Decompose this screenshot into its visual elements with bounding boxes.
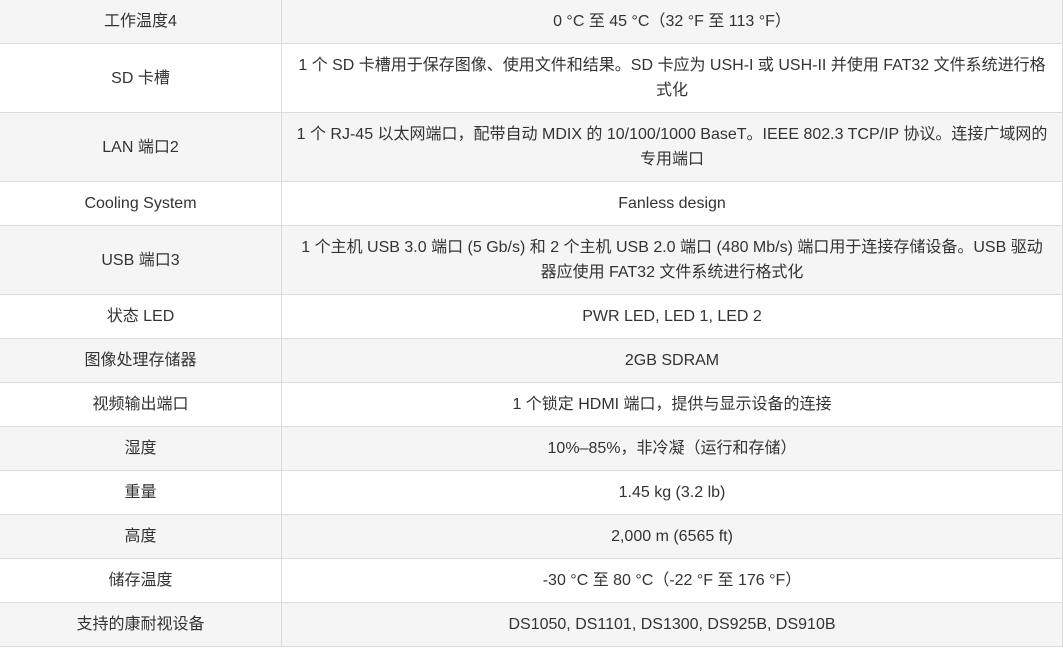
spec-value: DS1050, DS1101, DS1300, DS925B, DS910B: [281, 602, 1063, 647]
spec-value: -30 °C 至 80 °C（-22 °F 至 176 °F）: [281, 558, 1063, 603]
spec-label: 状态 LED: [0, 294, 282, 339]
spec-value: 1 个 RJ-45 以太网端口，配带自动 MDIX 的 10/100/1000 …: [281, 112, 1063, 182]
spec-label: 视频输出端口: [0, 382, 282, 427]
spec-row: 状态 LED PWR LED, LED 1, LED 2: [0, 294, 1063, 339]
spec-value: 2GB SDRAM: [281, 338, 1063, 383]
spec-value: PWR LED, LED 1, LED 2: [281, 294, 1063, 339]
spec-label: 支持的康耐视设备: [0, 602, 282, 647]
spec-row: 储存温度 -30 °C 至 80 °C（-22 °F 至 176 °F）: [0, 558, 1063, 603]
spec-label: LAN 端口2: [0, 112, 282, 182]
spec-value: 10%–85%，非冷凝（运行和存储）: [281, 426, 1063, 471]
spec-value: 1 个主机 USB 3.0 端口 (5 Gb/s) 和 2 个主机 USB 2.…: [281, 225, 1063, 295]
spec-row: LAN 端口2 1 个 RJ-45 以太网端口，配带自动 MDIX 的 10/10…: [0, 112, 1063, 182]
spec-label: 重量: [0, 470, 282, 515]
spec-value: Fanless design: [281, 181, 1063, 226]
spec-row: SD 卡槽 1 个 SD 卡槽用于保存图像、使用文件和结果。SD 卡应为 USH-…: [0, 43, 1063, 113]
spec-label: Cooling System: [0, 181, 282, 226]
spec-value: 1.45 kg (3.2 lb): [281, 470, 1063, 515]
spec-row: 工作温度4 0 °C 至 45 °C（32 °F 至 113 °F）: [0, 0, 1063, 44]
spec-label: 图像处理存储器: [0, 338, 282, 383]
spec-row: Cooling System Fanless design: [0, 181, 1063, 226]
spec-table: 工作温度4 0 °C 至 45 °C（32 °F 至 113 °F） SD 卡槽 1 …: [0, 0, 1063, 647]
spec-value: 1 个 SD 卡槽用于保存图像、使用文件和结果。SD 卡应为 USH-I 或 U…: [281, 43, 1063, 113]
spec-label: 储存温度: [0, 558, 282, 603]
spec-label: 高度: [0, 514, 282, 559]
spec-row: 高度 2,000 m (6565 ft): [0, 514, 1063, 559]
spec-row: 湿度 10%–85%，非冷凝（运行和存储）: [0, 426, 1063, 471]
spec-row: 重量 1.45 kg (3.2 lb): [0, 470, 1063, 515]
spec-value: 1 个锁定 HDMI 端口，提供与显示设备的连接: [281, 382, 1063, 427]
spec-label: SD 卡槽: [0, 43, 282, 113]
spec-value: 2,000 m (6565 ft): [281, 514, 1063, 559]
spec-value: 0 °C 至 45 °C（32 °F 至 113 °F）: [281, 0, 1063, 44]
spec-row: 视频输出端口 1 个锁定 HDMI 端口，提供与显示设备的连接: [0, 382, 1063, 427]
spec-row: USB 端口3 1 个主机 USB 3.0 端口 (5 Gb/s) 和 2 个主机…: [0, 225, 1063, 295]
spec-label: 工作温度4: [0, 0, 282, 44]
spec-row: 图像处理存储器 2GB SDRAM: [0, 338, 1063, 383]
spec-row: 支持的康耐视设备 DS1050, DS1101, DS1300, DS925B, …: [0, 602, 1063, 647]
spec-label: USB 端口3: [0, 225, 282, 295]
spec-label: 湿度: [0, 426, 282, 471]
